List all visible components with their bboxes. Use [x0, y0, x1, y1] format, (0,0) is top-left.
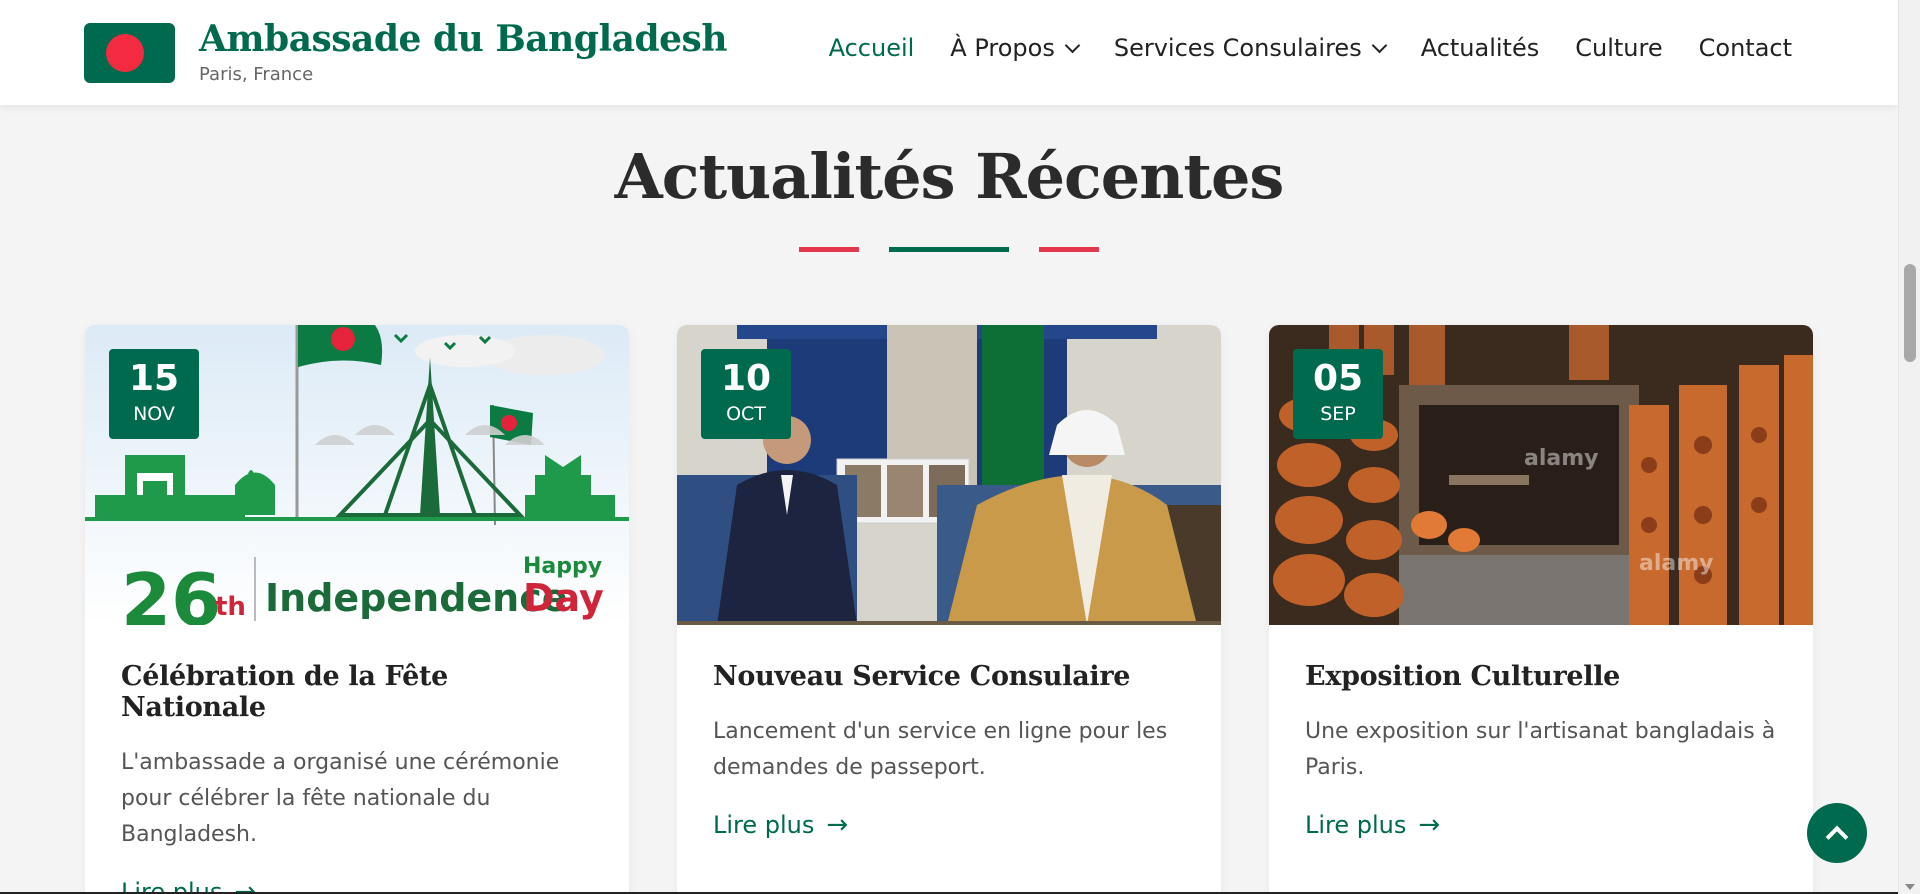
svg-text:th: th: [215, 592, 246, 622]
news-image-meeting[interactable]: 10 OCT: [677, 325, 1221, 625]
title-divider-center: [889, 247, 1009, 252]
news-card: alamy alamy 05 SEP Exposition Culturelle…: [1269, 325, 1813, 894]
news-title[interactable]: Nouveau Service Consulaire: [713, 661, 1185, 692]
title-divider-right: [1039, 247, 1099, 252]
news-image-independence-day[interactable]: 26 th Independence Happy Day 15 NOV: [85, 325, 629, 625]
scroll-to-top-button[interactable]: [1807, 803, 1867, 863]
nav-item-contact[interactable]: Contact: [1699, 34, 1792, 62]
nav-item-culture[interactable]: Culture: [1575, 34, 1662, 62]
svg-text:alamy: alamy: [1639, 551, 1714, 576]
svg-text:Day: Day: [523, 576, 604, 620]
news-card: 26 th Independence Happy Day 15 NOV Célé…: [85, 325, 629, 894]
main-nav: Accueil À Propos Services Consulaires Ac…: [793, 34, 1792, 62]
section-title: Actualités Récentes: [614, 140, 1285, 213]
date-badge: 10 OCT: [701, 349, 791, 439]
chevron-down-icon: [1064, 37, 1081, 53]
nav-item-accueil[interactable]: Accueil: [829, 34, 915, 62]
site-title: Ambassade du Bangladesh: [199, 18, 728, 60]
svg-text:alamy: alamy: [1524, 446, 1599, 471]
brand[interactable]: Ambassade du Bangladesh Paris, France: [84, 18, 728, 85]
news-image-pottery[interactable]: alamy alamy 05 SEP: [1269, 325, 1813, 625]
site-header: Ambassade du Bangladesh Paris, France Ac…: [0, 0, 1898, 105]
news-title[interactable]: Exposition Culturelle: [1305, 661, 1777, 692]
nav-item-actualites[interactable]: Actualités: [1421, 34, 1540, 62]
arrow-right-icon: →: [1418, 810, 1441, 840]
date-badge: 05 SEP: [1293, 349, 1383, 439]
title-divider-left: [799, 247, 859, 252]
svg-text:26: 26: [121, 558, 221, 625]
arrow-right-icon: →: [826, 810, 849, 840]
news-card: 10 OCT Nouveau Service Consulaire Lancem…: [677, 325, 1221, 894]
chevron-down-icon: [1371, 37, 1387, 53]
nav-item-a-propos[interactable]: À Propos: [950, 34, 1081, 62]
scrollbar-thumb[interactable]: [1904, 264, 1916, 362]
scroll-down-arrow-icon[interactable]: [1905, 884, 1915, 890]
nav-item-services-consulaires[interactable]: Services Consulaires: [1114, 34, 1387, 62]
news-title[interactable]: Célébration de la Fête Nationale: [121, 661, 593, 723]
bangladesh-flag-icon: [84, 22, 175, 83]
news-excerpt: Une exposition sur l'artisanat bangladai…: [1305, 719, 1776, 780]
site-subtitle: Paris, France: [199, 64, 314, 85]
chevron-up-icon: [1825, 825, 1849, 849]
page-scrollbar[interactable]: [1898, 0, 1920, 894]
news-excerpt: Lancement d'un service en ligne pour les…: [713, 719, 1168, 780]
read-more-link[interactable]: Lire plus →: [713, 810, 848, 840]
date-badge: 15 NOV: [109, 349, 199, 439]
news-excerpt: L'ambassade a organisé une cérémonie pou…: [121, 750, 560, 847]
read-more-link[interactable]: Lire plus →: [1305, 810, 1440, 840]
